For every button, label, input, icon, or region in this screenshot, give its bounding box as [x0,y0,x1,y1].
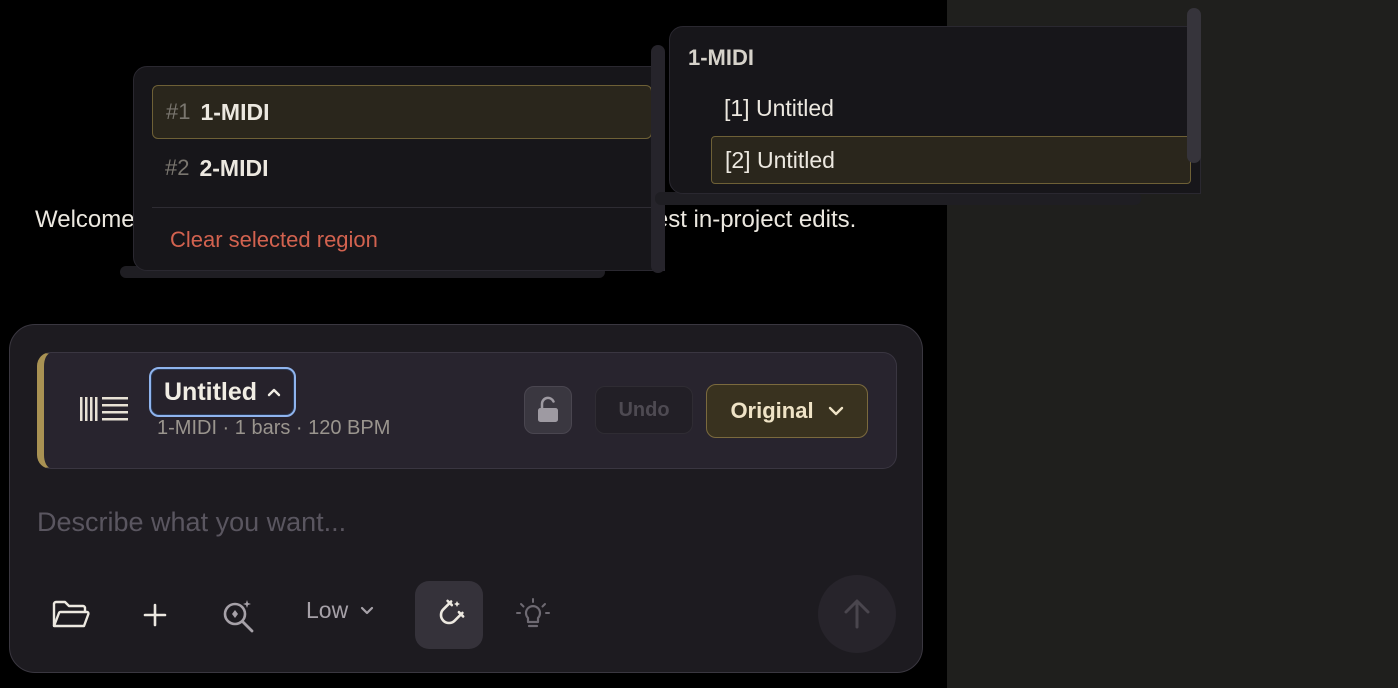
folder-open-icon [52,600,90,628]
zoom-sparkle-icon [223,600,254,633]
chevron-up-icon [267,388,281,397]
level-select[interactable]: Low [306,597,374,624]
track-card: Untitled 1-MIDI · 1 bars · 120 BPM Undo … [37,352,897,469]
open-file-button[interactable] [37,581,105,649]
region-menu-item[interactable]: [2] Untitled [711,136,1191,184]
region-menu-scrollbar[interactable] [1187,8,1201,163]
region-menu-item[interactable]: [1] Untitled [711,84,1191,132]
unlock-icon [538,396,558,422]
track-menu-item[interactable]: #1 1-MIDI [152,85,652,139]
chevron-down-icon [361,606,374,615]
composer: Untitled 1-MIDI · 1 bars · 120 BPM Undo … [9,324,923,673]
track-menu-divider [152,207,652,208]
lock-toggle-button[interactable] [524,386,572,434]
clear-region-button[interactable]: Clear selected region [170,227,378,253]
lightbulb-icon [516,598,550,628]
clip-title-button[interactable]: Untitled [149,367,297,417]
arrow-up-icon [844,599,870,629]
prompt-input[interactable]: Describe what you want... [37,507,346,538]
zoom-analyze-button[interactable] [204,581,272,649]
version-select-button[interactable]: Original [706,384,868,438]
track-menu: #1 1-MIDI #2 2-MIDI Clear selected regio… [133,66,665,271]
track-menu-scrollbar[interactable] [651,45,665,273]
clip-title: Untitled [164,377,258,406]
level-label: Low [306,597,349,623]
magnet-icon [439,599,465,625]
clip-meta: 1-MIDI · 1 bars · 120 BPM [157,417,391,439]
region-menu: 1-MIDI [1] Untitled [2] Untitled [669,26,1201,194]
chevron-down-icon [828,406,843,416]
idea-button[interactable] [499,581,567,649]
add-button[interactable] [121,581,189,649]
undo-button[interactable]: Undo [595,386,693,434]
version-label: Original [730,398,814,423]
plus-icon [143,603,167,627]
snap-toggle-button[interactable] [415,581,483,649]
midi-track-icon [80,397,128,421]
track-menu-item[interactable]: #2 2-MIDI [152,141,652,195]
send-button[interactable] [818,575,896,653]
region-menu-track-heading: 1-MIDI [688,45,754,70]
